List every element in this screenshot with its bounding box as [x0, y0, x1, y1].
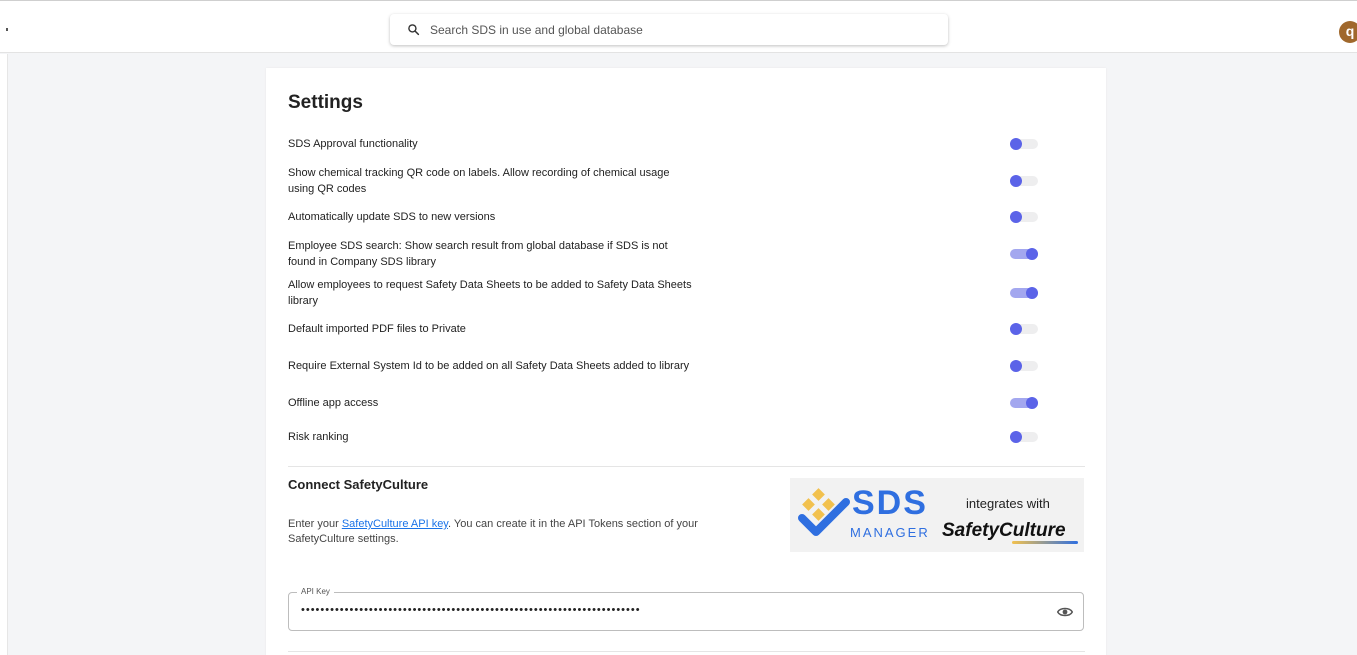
settings-card: Settings SDS Approval functionality Show… [266, 68, 1106, 655]
left-sidebar-strip [0, 54, 8, 655]
setting-label: Show chemical tracking QR code on labels… [288, 167, 670, 195]
setting-row-auto-update: Automatically update SDS to new versions [288, 209, 1038, 225]
setting-label: Automatically update SDS to new versions [288, 211, 496, 223]
page-title: Settings [288, 92, 363, 113]
setting-label: Allow employees to request Safety Data S… [288, 279, 692, 307]
setting-row-employee-search: Employee SDS search: Show search result … [288, 238, 1038, 270]
section-divider-bottom [288, 651, 1085, 652]
offline-access-toggle[interactable] [1010, 396, 1038, 410]
employee-search-toggle[interactable] [1010, 247, 1038, 261]
setting-row-employee-request: Allow employees to request Safety Data S… [288, 277, 1038, 309]
setting-row-sds-approval: SDS Approval functionality [288, 136, 1038, 152]
setting-row-risk-ranking: Risk ranking [288, 429, 1038, 445]
api-key-field[interactable]: API Key ••••••••••••••••••••••••••••••••… [288, 587, 1084, 631]
top-bar: Search SDS in use and global database q [0, 0, 1357, 53]
setting-row-offline-access: Offline app access [288, 395, 1038, 411]
edge-marker [6, 28, 8, 31]
connect-description: Enter your SafetyCulture API key. You ca… [288, 517, 738, 547]
api-key-label: API Key [297, 587, 334, 596]
setting-label: Require External System Id to be added o… [288, 360, 690, 372]
logo-sds-text: SDS [852, 484, 928, 522]
setting-row-external-id: Require External System Id to be added o… [288, 350, 1038, 382]
setting-label: SDS Approval functionality [288, 138, 418, 150]
external-id-toggle[interactable] [1010, 359, 1038, 373]
logo-safetyculture-text: SafetyCulture [942, 520, 1066, 541]
search-input[interactable]: Search SDS in use and global database [390, 14, 948, 45]
api-key-value[interactable]: ••••••••••••••••••••••••••••••••••••••••… [301, 604, 1001, 616]
auto-update-toggle[interactable] [1010, 210, 1038, 224]
integration-logo: SDS MANAGER integrates with SafetyCultur… [790, 478, 1084, 552]
connect-safetyculture-title: Connect SafetyCulture [288, 477, 429, 492]
setting-row-default-private: Default imported PDF files to Private [288, 321, 1038, 337]
avatar[interactable]: q [1339, 21, 1357, 43]
section-divider [288, 466, 1085, 467]
setting-label: Employee SDS search: Show search result … [288, 240, 668, 268]
logo-manager-text: MANAGER [850, 525, 930, 540]
sds-manager-logo-icon [798, 488, 850, 536]
connect-desc-before: Enter your [288, 518, 342, 530]
setting-label: Default imported PDF files to Private [288, 323, 466, 335]
search-placeholder: Search SDS in use and global database [430, 22, 643, 37]
risk-ranking-toggle[interactable] [1010, 430, 1038, 444]
default-private-toggle[interactable] [1010, 322, 1038, 336]
search-icon [408, 24, 420, 36]
qr-tracking-toggle[interactable] [1010, 174, 1038, 188]
logo-underline [1012, 541, 1078, 544]
setting-label: Offline app access [288, 397, 379, 409]
eye-icon[interactable] [1057, 605, 1073, 619]
setting-label: Risk ranking [288, 431, 349, 443]
setting-row-qr-tracking: Show chemical tracking QR code on labels… [288, 165, 1038, 197]
sds-approval-toggle[interactable] [1010, 137, 1038, 151]
api-key-link[interactable]: SafetyCulture API key [342, 518, 448, 530]
employee-request-toggle[interactable] [1010, 286, 1038, 300]
logo-integrates-text: integrates with [966, 496, 1050, 511]
